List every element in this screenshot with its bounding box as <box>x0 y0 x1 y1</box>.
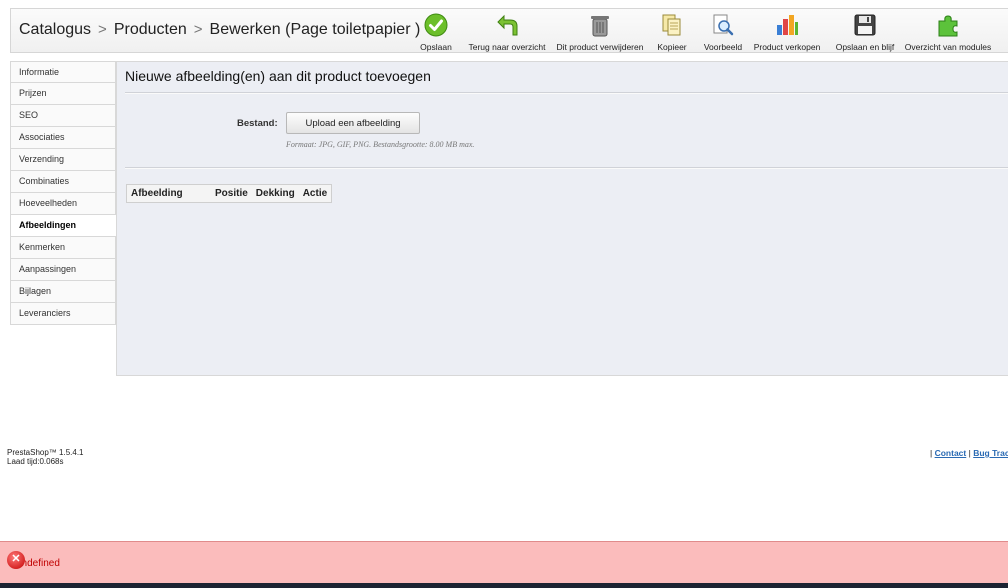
version-text: PrestaShop™ 1.5.4.1 <box>7 448 84 457</box>
page-title: Nieuwe afbeelding(en) aan dit product to… <box>125 68 431 84</box>
sidebar-item-combinaties[interactable]: Combinaties <box>10 171 116 193</box>
save-label: Opslaan <box>420 42 452 52</box>
upload-image-button[interactable]: Upload een afbeelding <box>286 112 420 134</box>
bug-tracker-link[interactable]: Bug Tracker <box>973 448 1008 458</box>
sidebar-item-seo[interactable]: SEO <box>10 105 116 127</box>
sidebar-item-aanpassingen[interactable]: Aanpassingen <box>10 259 116 281</box>
trash-icon <box>591 16 609 37</box>
sidebar-item-afbeeldingen[interactable]: Afbeeldingen <box>10 215 116 237</box>
column-header-actie: Actie <box>302 188 328 199</box>
back-to-overview-label: Terug naar overzicht <box>468 42 546 52</box>
check-icon <box>424 13 448 37</box>
product-sales-label: Product verkopen <box>753 42 821 52</box>
column-header-positie: Positie <box>215 188 248 199</box>
footer-info: PrestaShop™ 1.5.4.1 Laad tijd:0.068s <box>7 448 84 466</box>
file-label: Bestand: <box>237 118 278 129</box>
preview-button[interactable]: Voorbeeld <box>701 13 745 52</box>
breadcrumb-producten[interactable]: Producten <box>114 21 187 38</box>
contact-link[interactable]: Contact <box>935 448 967 458</box>
copy-label: Kopieer <box>657 42 687 52</box>
toolbar: Catalogus > Producten > Bewerken (Page toile… <box>10 8 1008 53</box>
save-and-stay-label: Opslaan en blijf <box>835 42 895 52</box>
sidebar-item-bijlagen[interactable]: Bijlagen <box>10 281 116 303</box>
link-separator: | <box>968 448 971 458</box>
back-to-overview-button[interactable]: Terug naar overzicht <box>466 13 548 52</box>
error-bar: undefined ✕ <box>0 541 1008 583</box>
save-icon <box>854 14 876 36</box>
column-header-afbeelding: Afbeelding <box>131 188 183 199</box>
footer-links: | Contact | Bug Tracker <box>930 448 1008 458</box>
link-separator: | <box>930 448 933 458</box>
images-table-header: Afbeelding Positie Dekking Actie <box>126 184 333 203</box>
sidebar-item-informatie[interactable]: Informatie <box>10 61 116 83</box>
sidebar-item-hoeveelheden[interactable]: Hoeveelheden <box>10 193 116 215</box>
delete-product-button[interactable]: Dit product verwijderen <box>555 13 645 52</box>
save-button[interactable]: Opslaan <box>413 13 459 52</box>
column-header-dekking: Dekking <box>255 188 295 199</box>
sidebar-item-associaties[interactable]: Associaties <box>10 127 116 149</box>
modules-overview-button[interactable]: Overzicht van modules <box>903 13 993 52</box>
preview-icon <box>713 14 734 36</box>
copy-button[interactable]: Kopieer <box>652 13 692 52</box>
load-time-text: Laad tijd:0.068s <box>7 457 64 466</box>
breadcrumb-separator: > <box>193 21 203 38</box>
file-format-hint: Formaat: JPG, GIF, PNG. Bestandsgrootte:… <box>286 140 475 149</box>
sidebar-item-leveranciers[interactable]: Leveranciers <box>10 303 116 325</box>
back-arrow-icon <box>497 14 518 36</box>
divider <box>125 167 1008 169</box>
error-icon[interactable]: ✕ <box>7 551 25 569</box>
breadcrumb-separator: > <box>98 21 107 38</box>
delete-product-label: Dit product verwijderen <box>556 42 644 52</box>
breadcrumb-catalogus[interactable]: Catalogus <box>19 21 91 38</box>
divider <box>125 92 1008 94</box>
copy-icon <box>662 14 681 36</box>
preview-label: Voorbeeld <box>703 42 743 52</box>
images-panel: Nieuwe afbeelding(en) aan dit product to… <box>116 61 1008 376</box>
bottom-strip <box>0 583 1008 588</box>
stats-icon <box>777 15 798 35</box>
breadcrumb-current: Bewerken (Page toiletpapier ) <box>209 21 421 38</box>
save-and-stay-button[interactable]: Opslaan en blijf <box>834 13 896 52</box>
modules-overview-label: Overzicht van modules <box>904 42 992 52</box>
product-sales-button[interactable]: Product verkopen <box>752 13 822 52</box>
puzzle-icon <box>938 15 958 37</box>
sidebar-item-verzending[interactable]: Verzending <box>10 149 116 171</box>
sidebar-item-prijzen[interactable]: Prijzen <box>10 83 116 105</box>
product-tabs-sidebar: Informatie Prijzen SEO Associaties Verze… <box>10 61 116 325</box>
breadcrumb: Catalogus > Producten > Bewerken (Page toile… <box>19 21 420 39</box>
sidebar-item-kenmerken[interactable]: Kenmerken <box>10 237 116 259</box>
